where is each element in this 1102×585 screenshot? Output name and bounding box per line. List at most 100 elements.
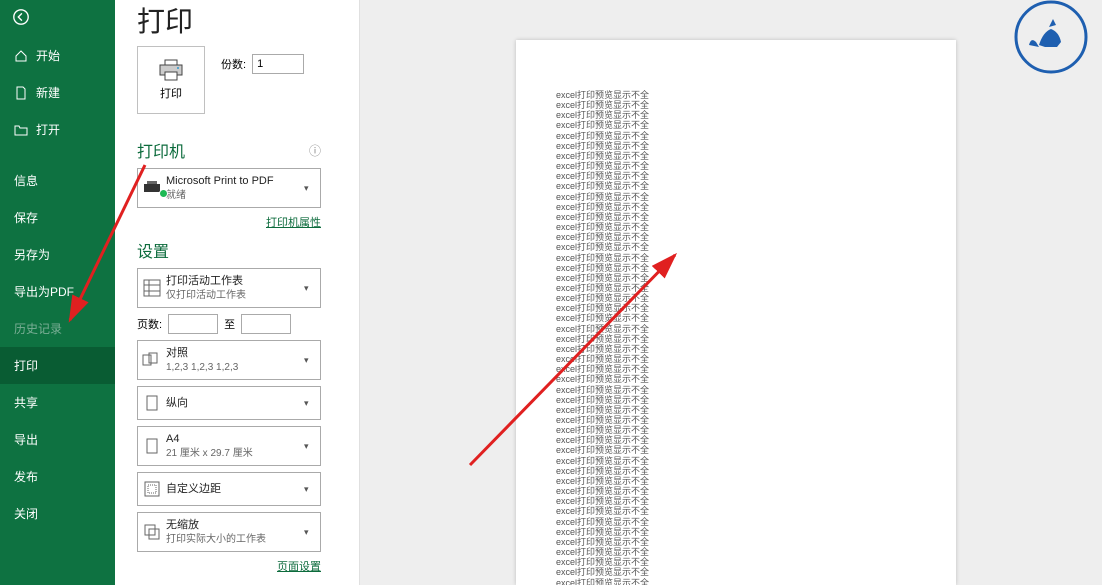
settings-panel: 打印 打印 份数: 打印机 ⓘ xyxy=(115,0,360,585)
preview-text-line: excel打印预览显示不全 xyxy=(556,557,916,567)
sidebar-item-label: 打开 xyxy=(36,121,60,138)
preview-page: excel打印预览显示不全excel打印预览显示不全excel打印预览显示不全e… xyxy=(516,40,956,585)
paper-line1: A4 xyxy=(166,432,304,446)
sidebar-item-info[interactable]: 信息 xyxy=(0,162,115,199)
preview-text-line: excel打印预览显示不全 xyxy=(556,110,916,120)
margins-line1: 自定义边距 xyxy=(166,482,304,496)
print-preview-area: excel打印预览显示不全excel打印预览显示不全excel打印预览显示不全e… xyxy=(360,0,1102,585)
print-scope-line1: 打印活动工作表 xyxy=(166,274,304,288)
preview-text-line: excel打印预览显示不全 xyxy=(556,263,916,273)
preview-text-line: excel打印预览显示不全 xyxy=(556,486,916,496)
preview-text-line: excel打印预览显示不全 xyxy=(556,222,916,232)
preview-text-line: excel打印预览显示不全 xyxy=(556,161,916,171)
preview-text-line: excel打印预览显示不全 xyxy=(556,100,916,110)
sidebar-item-close[interactable]: 关闭 xyxy=(0,495,115,532)
sidebar-item-label: 保存 xyxy=(14,209,38,226)
print-button-label: 打印 xyxy=(160,85,182,101)
scaling-line2: 打印实际大小的工作表 xyxy=(166,533,304,546)
preview-text-line: excel打印预览显示不全 xyxy=(556,141,916,151)
margins-icon xyxy=(138,481,166,497)
portrait-icon xyxy=(138,395,166,411)
printer-device-icon xyxy=(138,180,166,196)
collate-dropdown[interactable]: 对照 1,2,3 1,2,3 1,2,3 ▾ xyxy=(137,340,321,380)
preview-text-line: excel打印预览显示不全 xyxy=(556,334,916,344)
preview-text-line: excel打印预览显示不全 xyxy=(556,445,916,455)
paper-dropdown[interactable]: A4 21 厘米 x 29.7 厘米 ▾ xyxy=(137,426,321,466)
preview-text-line: excel打印预览显示不全 xyxy=(556,232,916,242)
sidebar-item-label: 导出为PDF xyxy=(14,283,74,300)
logo-icon xyxy=(1008,0,1094,75)
margins-dropdown[interactable]: 自定义边距 ▾ xyxy=(137,472,321,506)
preview-text-line: excel打印预览显示不全 xyxy=(556,293,916,303)
sidebar-item-new[interactable]: 新建 xyxy=(0,74,115,111)
preview-text-line: excel打印预览显示不全 xyxy=(556,131,916,141)
preview-text-line: excel打印预览显示不全 xyxy=(556,151,916,161)
preview-text-line: excel打印预览显示不全 xyxy=(556,171,916,181)
back-button[interactable] xyxy=(0,0,115,37)
sidebar-item-print[interactable]: 打印 xyxy=(0,347,115,384)
sidebar-item-saveas[interactable]: 另存为 xyxy=(0,236,115,273)
chevron-down-icon: ▾ xyxy=(304,283,320,294)
preview-text-line: excel打印预览显示不全 xyxy=(556,567,916,577)
copies-label: 份数: xyxy=(221,56,246,72)
print-scope-dropdown[interactable]: 打印活动工作表 仅打印活动工作表 ▾ xyxy=(137,268,321,308)
chevron-down-icon: ▾ xyxy=(304,355,320,366)
sidebar-item-save[interactable]: 保存 xyxy=(0,199,115,236)
preview-text-line: excel打印预览显示不全 xyxy=(556,324,916,334)
preview-text-line: excel打印预览显示不全 xyxy=(556,415,916,425)
sidebar-item-export[interactable]: 导出 xyxy=(0,421,115,458)
preview-text-line: excel打印预览显示不全 xyxy=(556,90,916,100)
preview-text-line: excel打印预览显示不全 xyxy=(556,181,916,191)
page-to-input[interactable] xyxy=(241,314,291,334)
page-title: 打印 xyxy=(137,0,349,40)
sidebar-item-open[interactable]: 打开 xyxy=(0,111,115,148)
preview-text-line: excel打印预览显示不全 xyxy=(556,578,916,585)
page-from-input[interactable] xyxy=(168,314,218,334)
preview-text-line: excel打印预览显示不全 xyxy=(556,303,916,313)
sidebar-item-publish[interactable]: 发布 xyxy=(0,458,115,495)
chevron-down-icon: ▾ xyxy=(304,183,320,194)
sidebar-item-label: 信息 xyxy=(14,172,38,189)
printer-properties-link[interactable]: 打印机属性 xyxy=(137,214,321,230)
pages-label: 页数: xyxy=(137,316,162,332)
info-icon[interactable]: ⓘ xyxy=(309,142,321,159)
collate-icon xyxy=(138,352,166,368)
preview-text-line: excel打印预览显示不全 xyxy=(556,344,916,354)
preview-text-line: excel打印预览显示不全 xyxy=(556,466,916,476)
preview-text-line: excel打印预览显示不全 xyxy=(556,313,916,323)
printer-icon xyxy=(157,59,185,81)
preview-text-line: excel打印预览显示不全 xyxy=(556,456,916,466)
printer-dropdown[interactable]: Microsoft Print to PDF 就绪 ▾ xyxy=(137,168,321,208)
sidebar-item-share[interactable]: 共享 xyxy=(0,384,115,421)
sidebar-item-label: 发布 xyxy=(14,468,38,485)
copies-input[interactable] xyxy=(252,54,304,74)
printer-status: 就绪 xyxy=(166,189,304,202)
sidebar-item-label: 历史记录 xyxy=(14,320,62,337)
status-ok-icon xyxy=(159,189,168,198)
chevron-down-icon: ▾ xyxy=(304,527,320,538)
sidebar-item-exportpdf[interactable]: 导出为PDF xyxy=(0,273,115,310)
preview-text-line: excel打印预览显示不全 xyxy=(556,405,916,415)
preview-text-line: excel打印预览显示不全 xyxy=(556,395,916,405)
orientation-dropdown[interactable]: 纵向 ▾ xyxy=(137,386,321,420)
chevron-down-icon: ▾ xyxy=(304,441,320,452)
sidebar-item-label: 另存为 xyxy=(14,246,50,263)
scaling-dropdown[interactable]: 无缩放 打印实际大小的工作表 ▾ xyxy=(137,512,321,552)
page-setup-link[interactable]: 页面设置 xyxy=(137,558,321,574)
home-icon xyxy=(14,49,28,63)
preview-text-line: excel打印预览显示不全 xyxy=(556,202,916,212)
folder-icon xyxy=(14,123,28,137)
sidebar-item-label: 开始 xyxy=(36,47,60,64)
chevron-down-icon: ▾ xyxy=(304,398,320,409)
sidebar-item-history[interactable]: 历史记录 xyxy=(0,310,115,347)
paper-line2: 21 厘米 x 29.7 厘米 xyxy=(166,447,304,460)
preview-text-line: excel打印预览显示不全 xyxy=(556,212,916,222)
sidebar-item-home[interactable]: 开始 xyxy=(0,37,115,74)
print-scope-line2: 仅打印活动工作表 xyxy=(166,289,304,302)
print-button[interactable]: 打印 xyxy=(137,46,205,114)
scaling-line1: 无缩放 xyxy=(166,518,304,532)
preview-text-line: excel打印预览显示不全 xyxy=(556,242,916,252)
settings-section-title: 设置 xyxy=(137,238,349,262)
printer-name: Microsoft Print to PDF xyxy=(166,174,304,188)
page-icon xyxy=(138,438,166,454)
